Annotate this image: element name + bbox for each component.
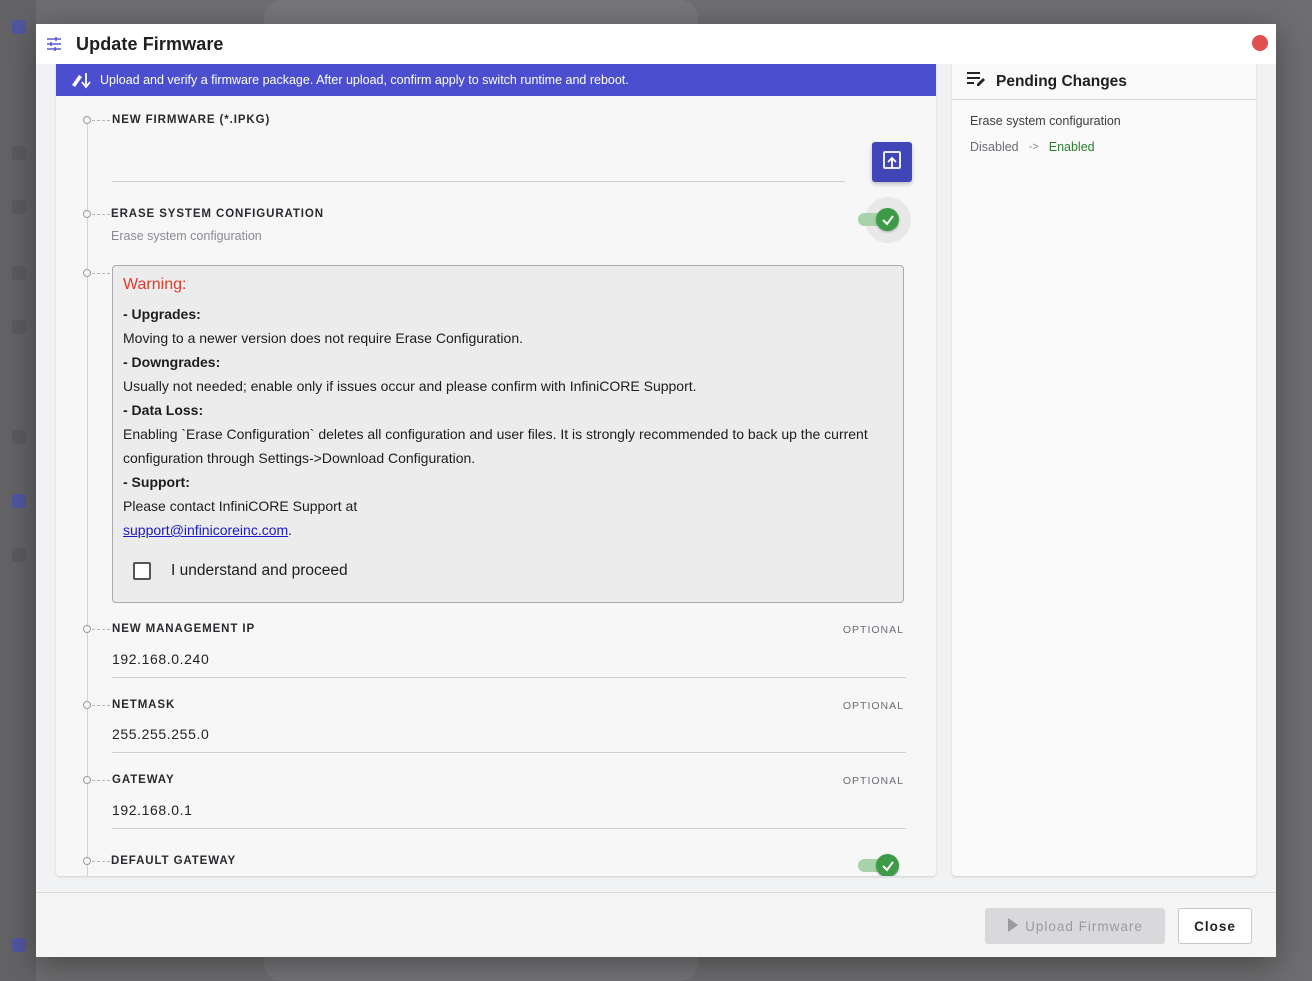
- warning-box: Warning: - Upgrades: Moving to a newer v…: [112, 265, 904, 603]
- default-gateway-toggle[interactable]: [856, 853, 902, 876]
- timeline-connector: [92, 214, 110, 215]
- warning-dataloss-text: Enabling `Erase Configuration` deletes a…: [123, 426, 868, 442]
- pending-change-name: Erase system configuration: [970, 114, 1121, 128]
- pending-changes-title: Pending Changes: [996, 72, 1127, 90]
- timeline-node: [83, 625, 91, 633]
- support-email-period: .: [288, 522, 293, 538]
- upload-firmware-label: Upload Firmware: [1025, 918, 1143, 934]
- erase-config-toggle[interactable]: [856, 207, 902, 231]
- check-icon: [876, 854, 899, 876]
- netmask-label: NETMASK: [112, 699, 176, 711]
- choose-file-button[interactable]: [872, 142, 912, 182]
- erase-config-label: ERASE SYSTEM CONFIGURATION: [111, 208, 324, 220]
- pending-change-values: Disabled -> Enabled: [970, 140, 1095, 154]
- upload-firmware-button[interactable]: Upload Firmware: [985, 908, 1165, 944]
- firmware-download-icon: [70, 71, 92, 89]
- background-sidebar: [0, 0, 36, 981]
- background-logo-icon: [12, 20, 26, 34]
- erase-config-sublabel: Erase system configuration: [111, 229, 262, 243]
- warning-downgrades-heading: - Downgrades:: [123, 354, 221, 370]
- timeline-connector: [92, 861, 110, 862]
- timeline-line: [87, 124, 88, 876]
- acknowledge-checkbox[interactable]: [133, 562, 151, 580]
- timeline-connector: [92, 273, 110, 274]
- gateway-label: GATEWAY: [112, 774, 175, 786]
- upload-file-icon: [882, 150, 902, 175]
- warning-support-email-line: support@infinicoreinc.com.: [123, 518, 893, 542]
- timeline-node: [83, 857, 91, 865]
- background-nav-icon: [12, 494, 26, 508]
- info-banner: Upload and verify a firmware package. Af…: [56, 64, 936, 96]
- management-ip-optional-tag: OPTIONAL: [842, 624, 904, 636]
- support-email-link[interactable]: support@infinicoreinc.com: [123, 522, 288, 538]
- timeline-node: [83, 210, 91, 218]
- timeline-node: [83, 701, 91, 709]
- management-ip-label: NEW MANAGEMENT IP: [112, 623, 256, 635]
- play-icon: [1007, 917, 1025, 935]
- warning-title: Warning:: [123, 276, 187, 293]
- firmware-file-input[interactable]: [112, 181, 845, 182]
- management-ip-underline: [112, 677, 906, 678]
- background-nav-icon: [12, 146, 26, 160]
- acknowledge-row[interactable]: I understand and proceed: [133, 562, 348, 580]
- timeline-connector: [92, 705, 110, 706]
- pending-change-to: Enabled: [1048, 140, 1095, 154]
- update-firmware-dialog: Update Firmware Upload and verify a firm…: [36, 24, 1276, 957]
- background-nav-icon: [12, 938, 26, 952]
- default-gateway-label: DEFAULT GATEWAY: [111, 855, 237, 867]
- pending-changes-panel: Pending Changes Erase system configurati…: [952, 64, 1256, 876]
- warning-dataloss-heading: - Data Loss:: [123, 402, 204, 418]
- background-nav-icon: [12, 430, 26, 444]
- warning-upgrades-heading: - Upgrades:: [123, 306, 201, 322]
- dialog-title: Update Firmware: [76, 33, 224, 54]
- gateway-optional-tag: OPTIONAL: [842, 775, 904, 787]
- firmware-label: NEW FIRMWARE (*.IPKG): [112, 114, 271, 126]
- check-icon: [876, 208, 899, 231]
- warning-dataloss-text-continued: configuration through Settings->Download…: [123, 450, 476, 466]
- netmask-optional-tag: OPTIONAL: [842, 700, 904, 712]
- acknowledge-label[interactable]: I understand and proceed: [171, 562, 348, 580]
- close-button[interactable]: Close: [1178, 908, 1252, 944]
- netmask-underline: [112, 752, 906, 753]
- dialog-titlebar: Update Firmware: [36, 24, 1276, 64]
- timeline-node: [83, 116, 91, 124]
- sliders-icon: [46, 36, 62, 52]
- warning-support-heading: - Support:: [123, 474, 190, 490]
- timeline-connector: [92, 629, 110, 630]
- background-nav-icon: [12, 200, 26, 214]
- pending-change-arrow: ->: [1028, 141, 1039, 153]
- timeline-connector: [92, 780, 110, 781]
- timeline-connector: [92, 120, 110, 121]
- background-nav-icon: [12, 266, 26, 280]
- gateway-input[interactable]: 192.168.0.1: [112, 802, 193, 818]
- warning-upgrades-text: Moving to a newer version does not requi…: [123, 330, 523, 346]
- list-edit-icon: [966, 70, 986, 93]
- timeline-node: [83, 269, 91, 277]
- warning-downgrades-text: Usually not needed; enable only if issue…: [123, 378, 697, 394]
- management-ip-input[interactable]: 192.168.0.240: [112, 651, 209, 667]
- pending-change-from: Disabled: [970, 140, 1019, 154]
- banner-text: Upload and verify a firmware package. Af…: [100, 73, 629, 87]
- firmware-form-panel: Upload and verify a firmware package. Af…: [56, 64, 936, 876]
- netmask-input[interactable]: 255.255.255.0: [112, 726, 209, 742]
- close-dialog-button[interactable]: [1252, 35, 1268, 51]
- warning-support-text: Please contact InfiniCORE Support at: [123, 498, 358, 514]
- background-nav-icon: [12, 548, 26, 562]
- timeline-node: [83, 776, 91, 784]
- gateway-underline: [112, 828, 906, 829]
- background-nav-icon: [12, 320, 26, 334]
- dialog-footer: Upload Firmware Close: [36, 892, 1276, 957]
- pending-changes-header: Pending Changes: [952, 64, 1256, 100]
